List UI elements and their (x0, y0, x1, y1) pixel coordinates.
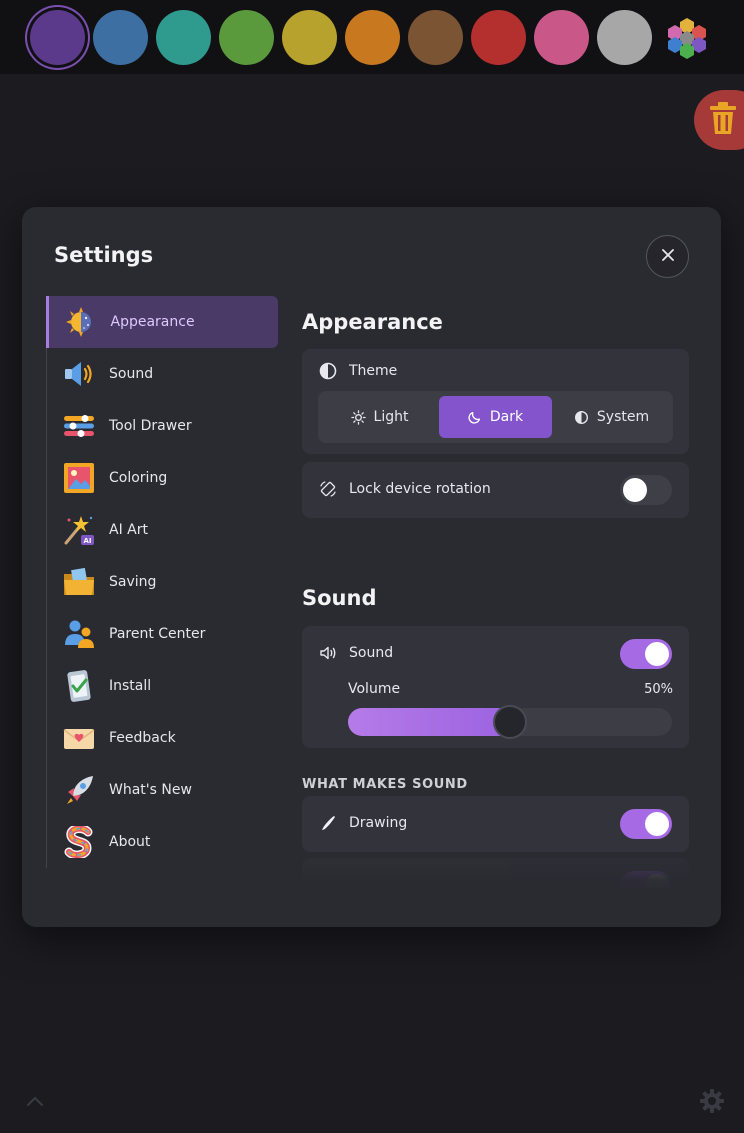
chevron-up-icon[interactable] (26, 1092, 44, 1111)
sound-section-title: Sound (302, 586, 377, 610)
sidebar-item-label: Feedback (109, 730, 176, 746)
sidebar-item-label: Coloring (109, 470, 168, 486)
volume-label: Volume (348, 681, 401, 697)
theme-segmented-control: Light Dark System (318, 391, 673, 443)
theme-option-label: Dark (489, 409, 524, 425)
gear-icon[interactable] (698, 1087, 726, 1119)
theme-label: Theme (349, 363, 398, 379)
toggle-knob (645, 812, 669, 836)
settings-content: Appearance Theme Light Dark System Lock … (302, 296, 690, 888)
theme-card: Theme Light Dark System (302, 349, 689, 454)
sidebar-item-label: Install (109, 678, 152, 694)
scroll-fade (302, 856, 690, 888)
sun-icon (350, 409, 366, 425)
sound-label: Sound (349, 645, 394, 661)
color-palette-bar (0, 0, 744, 74)
sidebar-item-label: What's New (109, 782, 192, 798)
close-button[interactable] (646, 235, 689, 278)
color-picker-hexagon-icon[interactable] (664, 16, 710, 60)
picture-frame-icon (63, 462, 95, 494)
lock-rotation-toggle[interactable] (620, 475, 672, 505)
lock-rotation-row: Lock device rotation (319, 480, 491, 498)
settings-modal: Settings Appearance Sound Tool Drawer Co… (22, 207, 721, 927)
color-swatch-brown[interactable] (408, 10, 463, 65)
theme-option-label: Light (373, 409, 409, 425)
folder-icon (63, 566, 95, 598)
theme-option-label: System (596, 409, 650, 425)
rainbow-s-icon (63, 826, 95, 858)
rotate-device-icon (319, 480, 337, 498)
sidebar-item-tool-drawer[interactable]: Tool Drawer (47, 400, 279, 452)
speaker-icon (63, 358, 95, 390)
sidebar-item-parent-center[interactable]: Parent Center (47, 608, 279, 660)
sidebar-item-about[interactable]: About (47, 816, 279, 868)
toggle-knob (645, 642, 669, 666)
sidebar-item-ai-art[interactable]: AI AI Art (47, 504, 279, 556)
sound-card: Sound Volume 50% (302, 626, 689, 748)
sun-moon-icon (65, 306, 97, 338)
lock-rotation-card: Lock device rotation (302, 462, 689, 518)
theme-option-system[interactable]: System (555, 396, 668, 438)
phone-check-icon (63, 670, 95, 702)
color-swatch-green[interactable] (219, 10, 274, 65)
sidebar-item-label: Sound (109, 366, 154, 382)
color-swatch-gray[interactable] (597, 10, 652, 65)
speaker-outline-icon (319, 644, 337, 662)
drawing-row: Drawing (319, 814, 407, 832)
settings-sidebar: Appearance Sound Tool Drawer Coloring AI… (45, 296, 279, 868)
color-swatch-orange[interactable] (345, 10, 400, 65)
volume-value: 50% (644, 682, 673, 697)
trash-icon (708, 101, 738, 139)
sidebar-item-whats-new[interactable]: What's New (47, 764, 279, 816)
magic-wand-icon: AI (63, 514, 95, 546)
sliders-icon (63, 410, 95, 442)
sidebar-item-appearance[interactable]: Appearance (45, 296, 278, 348)
parents-icon (63, 618, 95, 650)
what-makes-sound-heading: WHAT MAKES SOUND (302, 777, 468, 792)
sound-toggle[interactable] (620, 639, 672, 669)
moon-icon (468, 411, 480, 424)
sidebar-item-feedback[interactable]: Feedback (47, 712, 279, 764)
drawing-sound-toggle[interactable] (620, 809, 672, 839)
color-swatch-red[interactable] (471, 10, 526, 65)
volume-slider-thumb[interactable] (493, 705, 527, 739)
sidebar-item-label: Saving (109, 574, 157, 590)
color-swatch-yellow[interactable] (282, 10, 337, 65)
drawing-label: Drawing (349, 815, 408, 831)
rocket-icon (63, 774, 95, 806)
color-swatch-blue[interactable] (93, 10, 148, 65)
theme-option-light[interactable]: Light (323, 396, 436, 438)
lock-rotation-label: Lock device rotation (349, 481, 491, 497)
color-swatch-teal[interactable] (156, 10, 211, 65)
ai-badge-text: AI (83, 537, 91, 545)
color-swatch-pink[interactable] (534, 10, 589, 65)
sidebar-item-label: AI Art (109, 522, 148, 538)
color-swatch-purple[interactable] (30, 10, 85, 65)
sidebar-item-saving[interactable]: Saving (47, 556, 279, 608)
sound-row: Sound (319, 644, 393, 662)
sidebar-item-label: Appearance (110, 314, 195, 330)
modal-title: Settings (54, 243, 154, 267)
half-circle-icon (319, 362, 337, 380)
sidebar-item-label: Tool Drawer (109, 418, 192, 434)
close-icon (661, 247, 675, 266)
pen-icon (319, 814, 337, 832)
sidebar-item-coloring[interactable]: Coloring (47, 452, 279, 504)
theme-option-dark[interactable]: Dark (439, 396, 552, 438)
volume-slider-fill (348, 708, 510, 736)
volume-slider[interactable] (348, 705, 672, 739)
sidebar-item-label: About (109, 834, 151, 850)
drawing-sound-card: Drawing (302, 796, 689, 852)
toggle-knob (623, 478, 647, 502)
envelope-heart-icon (63, 722, 95, 754)
sidebar-item-install[interactable]: Install (47, 660, 279, 712)
sidebar-item-sound[interactable]: Sound (47, 348, 279, 400)
appearance-section-title: Appearance (302, 310, 443, 334)
theme-row: Theme (319, 362, 397, 380)
sidebar-item-label: Parent Center (109, 626, 206, 642)
half-circle-icon (574, 410, 588, 424)
